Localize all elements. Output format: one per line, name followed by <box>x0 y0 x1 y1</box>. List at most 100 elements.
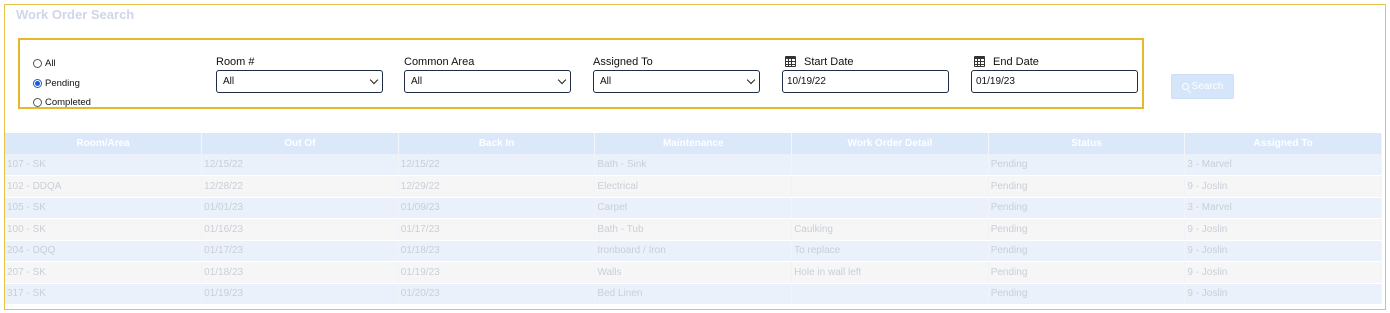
table-cell: 01/18/23 <box>398 240 596 262</box>
radio-completed[interactable]: Completed <box>33 97 91 108</box>
common-area-select[interactable]: All <box>404 70 571 93</box>
search-button-label: Search <box>1191 81 1224 92</box>
table-row[interactable]: 107 - SK 12/15/22 12/15/22 Bath - Sink Pendi… <box>5 154 1382 176</box>
common-area-label: Common Area <box>404 55 475 68</box>
table-cell: 12/28/22 <box>201 175 399 198</box>
table-cell: 01/19/23 <box>398 261 596 284</box>
table-cell: Hole in wall left <box>791 261 989 284</box>
table-cell: 9 - Joslin <box>1184 240 1382 262</box>
table-cell: 01/17/23 <box>398 218 596 241</box>
table-cell: 01/17/23 <box>201 240 399 262</box>
table-cell: 12/15/22 <box>398 154 596 176</box>
table-cell <box>791 154 989 176</box>
assigned-to-select-value: All <box>600 76 612 87</box>
end-date-label: End Date <box>993 55 1039 68</box>
table-cell: Pending <box>988 240 1186 262</box>
assigned-to-filter: Assigned To All <box>593 55 760 93</box>
table-cell <box>791 197 989 219</box>
room-label: Room # <box>216 55 255 68</box>
table-cell <box>791 283 989 305</box>
table-cell: To replace <box>791 240 989 262</box>
table-cell: 102 - DDQA <box>5 175 203 198</box>
table-cell: Pending <box>988 283 1186 305</box>
radio-all-label: All <box>45 58 56 69</box>
column-header-work-order-detail[interactable]: Work Order Detail <box>791 133 989 154</box>
column-header-assigned-to[interactable]: Assigned To <box>1184 133 1382 154</box>
column-header-room-area[interactable]: Room/Area <box>5 133 203 154</box>
table-cell: 207 - SK <box>5 261 203 284</box>
room-select[interactable]: All <box>216 70 383 93</box>
table-cell: Bath - Tub <box>594 218 793 241</box>
calendar-icon[interactable] <box>974 56 985 67</box>
start-date-value: 10/19/22 <box>787 76 826 87</box>
table-cell: 01/09/23 <box>398 197 596 219</box>
radio-pending-button[interactable] <box>33 79 42 88</box>
work-order-table: Room/Area Out Of Back In Maintenance Wor… <box>5 133 1382 305</box>
table-cell <box>791 175 989 198</box>
table-row[interactable]: 317 - SK 01/19/23 01/20/23 Bed Linen Pending… <box>5 283 1382 305</box>
search-icon <box>1181 83 1189 90</box>
start-date-label: Start Date <box>804 55 854 68</box>
chevron-down-icon <box>369 75 379 85</box>
table-cell: Walls <box>594 261 793 284</box>
common-area-select-value: All <box>411 76 423 87</box>
column-header-status[interactable]: Status <box>988 133 1186 154</box>
table-cell: 105 - SK <box>5 197 203 219</box>
table-cell: 3 - Marvel <box>1184 197 1382 219</box>
table-cell: 107 - SK <box>5 154 203 176</box>
column-header-maintenance[interactable]: Maintenance <box>594 133 793 154</box>
end-date-value: 01/19/23 <box>976 76 1015 87</box>
table-cell: Bath - Sink <box>594 154 793 176</box>
radio-all-button[interactable] <box>33 59 42 68</box>
table-cell: 9 - Joslin <box>1184 261 1382 284</box>
table-row[interactable]: 207 - SK 01/18/23 01/19/23 Walls Hole in wal… <box>5 261 1382 284</box>
table-cell: 01/16/23 <box>201 218 399 241</box>
table-cell: 12/15/22 <box>201 154 399 176</box>
radio-all[interactable]: All <box>33 58 56 69</box>
table-cell: Pending <box>988 218 1186 241</box>
table-cell: Pending <box>988 261 1186 284</box>
table-row[interactable]: 204 - DQQ 01/17/23 01/18/23 Ironboard / Iro… <box>5 240 1382 262</box>
table-body: 107 - SK 12/15/22 12/15/22 Bath - Sink Pendi… <box>5 154 1382 305</box>
radio-completed-label: Completed <box>45 97 91 108</box>
column-header-out-of[interactable]: Out Of <box>201 133 399 154</box>
assigned-to-label: Assigned To <box>593 55 653 68</box>
search-button[interactable]: Search <box>1171 74 1234 99</box>
table-cell: 204 - DQQ <box>5 240 203 262</box>
table-row[interactable]: 100 - SK 01/16/23 01/17/23 Bath - Tub Caulki… <box>5 218 1382 241</box>
table-cell: 3 - Marvel <box>1184 154 1382 176</box>
table-cell: Caulking <box>791 218 989 241</box>
calendar-icon[interactable] <box>785 56 796 67</box>
table-cell: Electrical <box>594 175 793 198</box>
radio-pending-label: Pending <box>45 78 80 89</box>
common-area-filter: Common Area All <box>404 55 571 93</box>
chevron-down-icon <box>557 75 567 85</box>
table-cell: 01/01/23 <box>201 197 399 219</box>
chevron-down-icon <box>746 75 756 85</box>
start-date-input[interactable]: 10/19/22 <box>782 70 949 93</box>
page-title: Work Order Search <box>16 7 135 22</box>
table-cell: Bed Linen <box>594 283 793 305</box>
table-cell: 01/20/23 <box>398 283 596 305</box>
assigned-to-select[interactable]: All <box>593 70 760 93</box>
filter-box: All Pending Completed Room # All Common … <box>18 38 1144 109</box>
table-cell: 01/18/23 <box>201 261 399 284</box>
radio-completed-button[interactable] <box>33 98 42 107</box>
table-cell: 317 - SK <box>5 283 203 305</box>
radio-pending[interactable]: Pending <box>33 78 80 89</box>
table-cell: 9 - Joslin <box>1184 283 1382 305</box>
table-cell: 9 - Joslin <box>1184 175 1382 198</box>
column-header-back-in[interactable]: Back In <box>398 133 596 154</box>
room-filter: Room # All <box>216 55 383 93</box>
table-cell: Pending <box>988 175 1186 198</box>
table-cell: Pending <box>988 154 1186 176</box>
table-cell: 01/19/23 <box>201 283 399 305</box>
table-cell: 100 - SK <box>5 218 203 241</box>
start-date-filter: Start Date 10/19/22 <box>782 55 949 93</box>
table-cell: Carpet <box>594 197 793 219</box>
room-select-value: All <box>223 76 235 87</box>
end-date-filter: End Date 01/19/23 <box>971 55 1138 93</box>
table-row[interactable]: 102 - DDQA 12/28/22 12/29/22 Electrical Pend… <box>5 175 1382 198</box>
end-date-input[interactable]: 01/19/23 <box>971 70 1138 93</box>
table-row[interactable]: 105 - SK 01/01/23 01/09/23 Carpet Pending 3 -… <box>5 197 1382 219</box>
